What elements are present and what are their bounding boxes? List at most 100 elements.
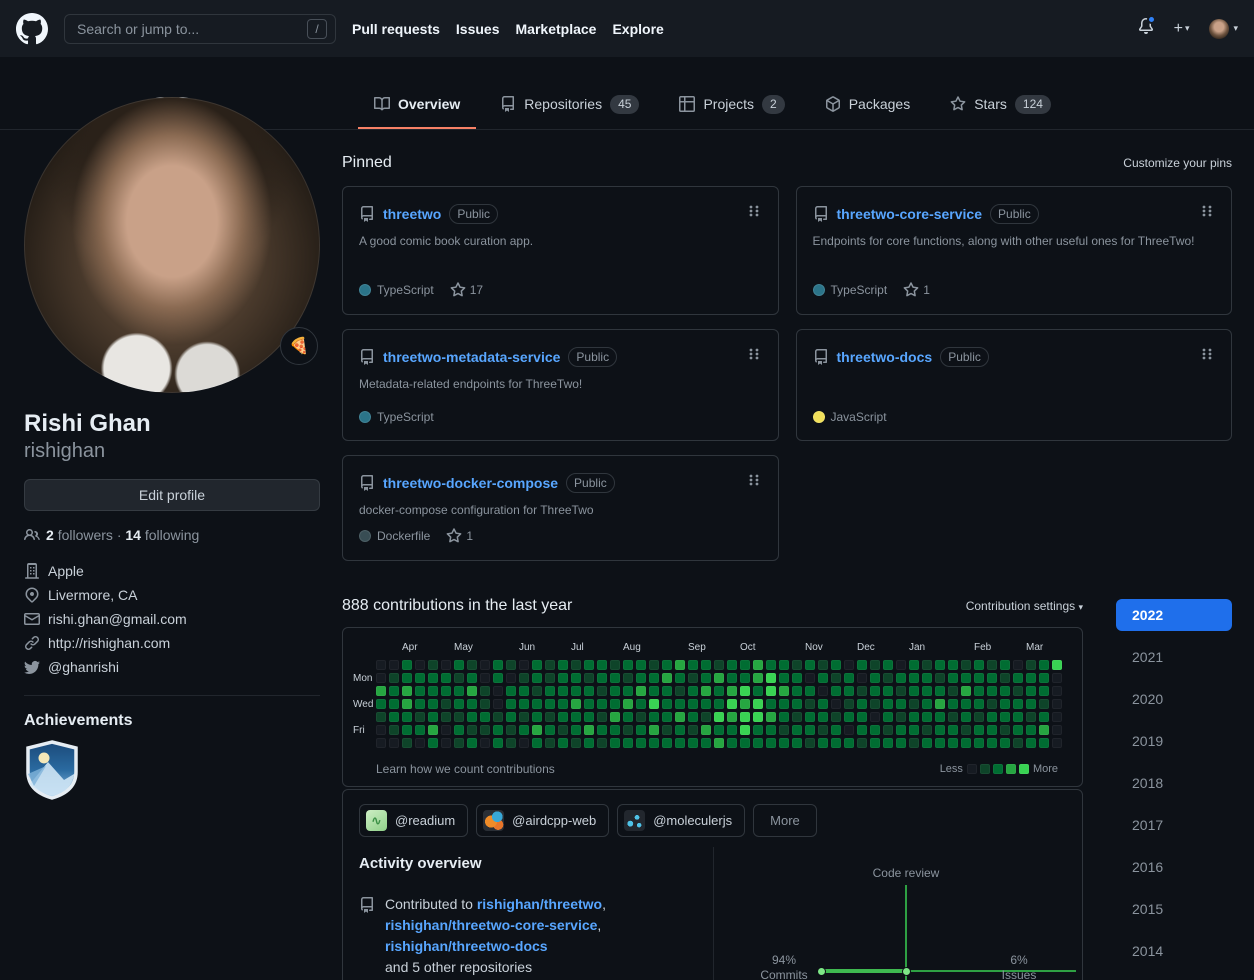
contribution-cell[interactable] bbox=[1000, 699, 1010, 709]
contribution-cell[interactable] bbox=[584, 686, 594, 696]
contribution-cell[interactable] bbox=[974, 725, 984, 735]
contribution-cell[interactable] bbox=[376, 673, 386, 683]
contribution-cell[interactable] bbox=[844, 686, 854, 696]
github-logo-icon[interactable] bbox=[16, 13, 48, 45]
contribution-cell[interactable] bbox=[896, 712, 906, 722]
contribution-cell[interactable] bbox=[558, 699, 568, 709]
contribution-cell[interactable] bbox=[454, 673, 464, 683]
contribution-cell[interactable] bbox=[532, 738, 542, 748]
contribution-cell[interactable] bbox=[558, 738, 568, 748]
contribution-cell[interactable] bbox=[493, 738, 503, 748]
contribution-cell[interactable] bbox=[1026, 699, 1036, 709]
contribution-cell[interactable] bbox=[961, 699, 971, 709]
contribution-cell[interactable] bbox=[844, 725, 854, 735]
contribution-cell[interactable] bbox=[441, 738, 451, 748]
contribution-cell[interactable] bbox=[402, 738, 412, 748]
contribution-cell[interactable] bbox=[792, 673, 802, 683]
contribution-cell[interactable] bbox=[454, 725, 464, 735]
contribution-cell[interactable] bbox=[922, 712, 932, 722]
year-item[interactable]: 2020 bbox=[1116, 683, 1232, 715]
contribution-cell[interactable] bbox=[714, 738, 724, 748]
contribution-cell[interactable] bbox=[909, 712, 919, 722]
contribution-cell[interactable] bbox=[766, 673, 776, 683]
contribution-cell[interactable] bbox=[714, 673, 724, 683]
contribution-cell[interactable] bbox=[480, 738, 490, 748]
contribution-cell[interactable] bbox=[519, 673, 529, 683]
contribution-cell[interactable] bbox=[883, 686, 893, 696]
contribution-cell[interactable] bbox=[1052, 738, 1062, 748]
contribution-cell[interactable] bbox=[545, 686, 555, 696]
contribution-cell[interactable] bbox=[428, 699, 438, 709]
contribution-cell[interactable] bbox=[558, 686, 568, 696]
contribution-cell[interactable] bbox=[558, 725, 568, 735]
contribution-cell[interactable] bbox=[766, 699, 776, 709]
contribution-cell[interactable] bbox=[935, 699, 945, 709]
contribution-cell[interactable] bbox=[636, 686, 646, 696]
contribution-cell[interactable] bbox=[597, 699, 607, 709]
contribution-cell[interactable] bbox=[623, 699, 633, 709]
contribution-cell[interactable] bbox=[935, 686, 945, 696]
contribution-cell[interactable] bbox=[376, 660, 386, 670]
contribution-cell[interactable] bbox=[1000, 686, 1010, 696]
contribution-cell[interactable] bbox=[415, 725, 425, 735]
contribution-cell[interactable] bbox=[779, 686, 789, 696]
contribution-cell[interactable] bbox=[467, 686, 477, 696]
contribution-cell[interactable] bbox=[610, 660, 620, 670]
contribution-cell[interactable] bbox=[376, 699, 386, 709]
contribution-cell[interactable] bbox=[948, 660, 958, 670]
contribution-cell[interactable] bbox=[701, 699, 711, 709]
drag-grip-icon[interactable] bbox=[1199, 346, 1215, 367]
drag-grip-icon[interactable] bbox=[746, 472, 762, 493]
contribution-cell[interactable] bbox=[870, 699, 880, 709]
organization-button[interactable]: @airdcpp-web bbox=[476, 804, 609, 837]
contribution-cell[interactable] bbox=[974, 699, 984, 709]
contribution-cell[interactable] bbox=[597, 686, 607, 696]
contribution-cell[interactable] bbox=[909, 660, 919, 670]
contribution-cell[interactable] bbox=[805, 738, 815, 748]
contribution-cell[interactable] bbox=[727, 725, 737, 735]
header-nav-link[interactable]: Pull requests bbox=[352, 21, 440, 37]
contribution-cell[interactable] bbox=[961, 673, 971, 683]
contribution-cell[interactable] bbox=[597, 738, 607, 748]
contribution-cell[interactable] bbox=[727, 699, 737, 709]
repo-name-link[interactable]: threetwo-docs bbox=[837, 349, 933, 365]
contribution-cell[interactable] bbox=[961, 686, 971, 696]
contributed-repo-link[interactable]: rishighan/threetwo-core-service bbox=[385, 917, 597, 933]
contribution-cell[interactable] bbox=[519, 699, 529, 709]
contribution-cell[interactable] bbox=[870, 660, 880, 670]
contribution-cell[interactable] bbox=[974, 660, 984, 670]
contribution-cell[interactable] bbox=[935, 712, 945, 722]
contribution-cell[interactable] bbox=[714, 660, 724, 670]
organization-button[interactable]: @moleculerjs bbox=[617, 804, 745, 837]
contribution-cell[interactable] bbox=[727, 738, 737, 748]
contribution-cell[interactable] bbox=[649, 673, 659, 683]
year-item[interactable]: 2016 bbox=[1116, 851, 1232, 883]
repo-star-count[interactable]: 17 bbox=[450, 282, 483, 298]
contribution-cell[interactable] bbox=[389, 725, 399, 735]
contributed-repo-link[interactable]: rishighan/threetwo-docs bbox=[385, 938, 548, 954]
contribution-cell[interactable] bbox=[571, 660, 581, 670]
contribution-cell[interactable] bbox=[766, 725, 776, 735]
contribution-cell[interactable] bbox=[987, 738, 997, 748]
year-item[interactable]: 2018 bbox=[1116, 767, 1232, 799]
contribution-cell[interactable] bbox=[636, 725, 646, 735]
contribution-cell[interactable] bbox=[597, 673, 607, 683]
contribution-cell[interactable] bbox=[441, 712, 451, 722]
contribution-cell[interactable] bbox=[844, 699, 854, 709]
contribution-cell[interactable] bbox=[558, 660, 568, 670]
contribution-cell[interactable] bbox=[974, 686, 984, 696]
contribution-cell[interactable] bbox=[623, 712, 633, 722]
contribution-cell[interactable] bbox=[636, 699, 646, 709]
contribution-cell[interactable] bbox=[831, 738, 841, 748]
contribution-cell[interactable] bbox=[662, 673, 672, 683]
contribution-cell[interactable] bbox=[922, 660, 932, 670]
contribution-cell[interactable] bbox=[766, 738, 776, 748]
contribution-cell[interactable] bbox=[545, 712, 555, 722]
contribution-cell[interactable] bbox=[935, 738, 945, 748]
contribution-cell[interactable] bbox=[922, 673, 932, 683]
contribution-cell[interactable] bbox=[1000, 673, 1010, 683]
contribution-cell[interactable] bbox=[922, 738, 932, 748]
contribution-cell[interactable] bbox=[1000, 712, 1010, 722]
header-nav-link[interactable]: Explore bbox=[612, 21, 663, 37]
contribution-cell[interactable] bbox=[805, 725, 815, 735]
